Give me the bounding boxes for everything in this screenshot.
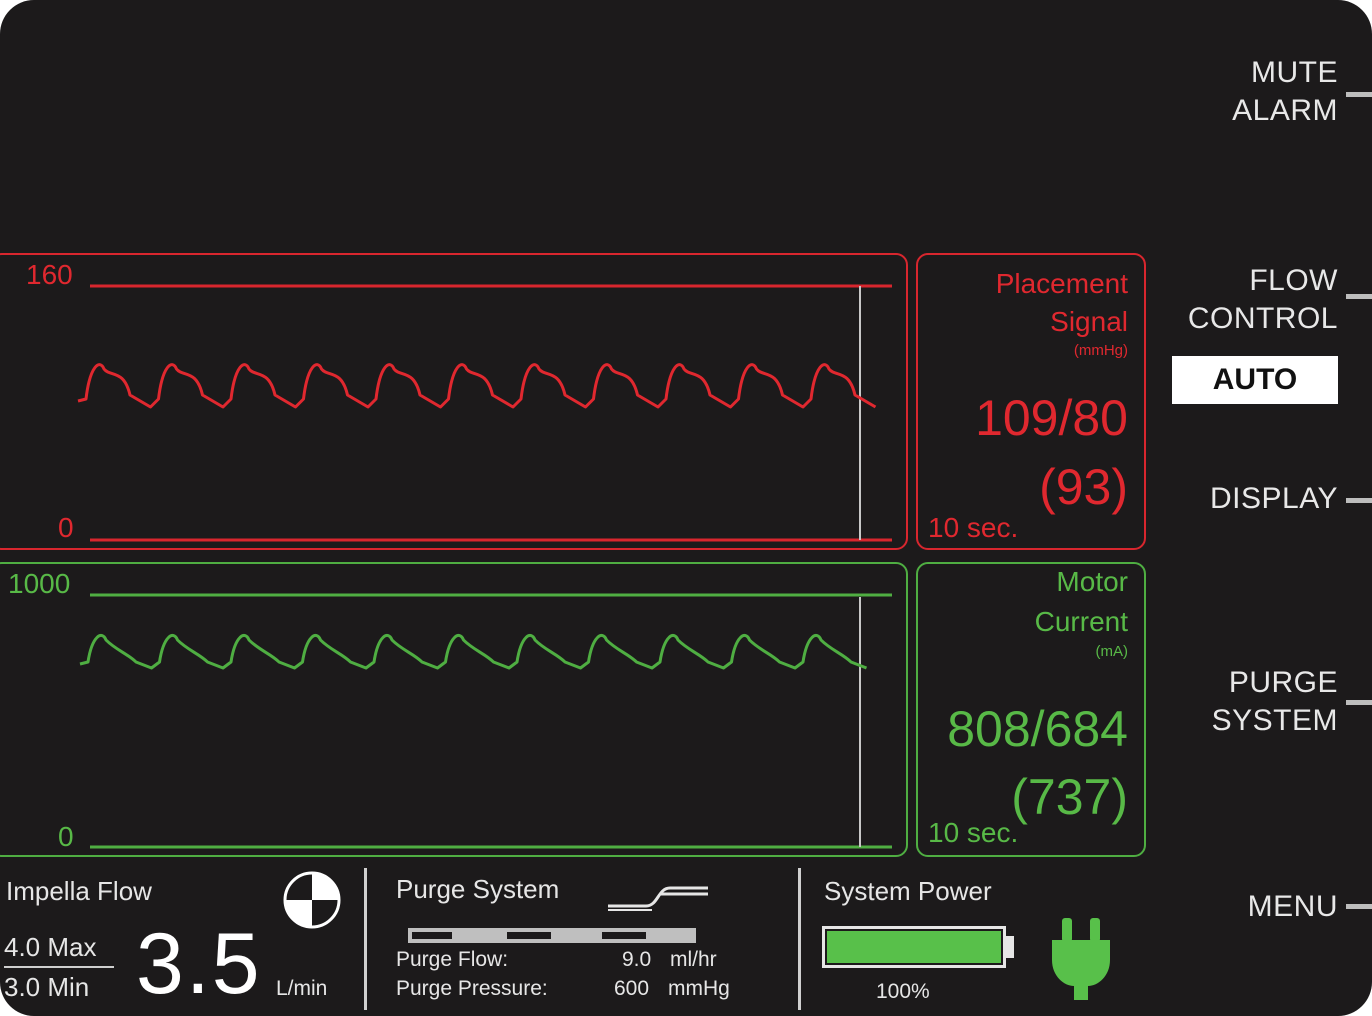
- monitor-screen: MUTE ALARM FLOW CONTROL AUTO DISPLAY PUR…: [0, 0, 1372, 1016]
- separator-2: [798, 868, 801, 1010]
- placement-time-window: 10 sec.: [928, 512, 1019, 543]
- purge-flow-value: 9.0: [622, 948, 652, 971]
- impella-flow-title: Impella Flow: [6, 876, 152, 906]
- impella-flow-max: 4.0 Max: [4, 932, 97, 962]
- purge-flow-unit: ml/hr: [670, 948, 717, 971]
- menu-tick: [1346, 904, 1372, 909]
- purge-pressure-value: 600: [614, 977, 650, 1000]
- flow-mode-badge: AUTO: [1172, 356, 1338, 404]
- mute-alarm-label-1: MUTE: [1251, 56, 1338, 89]
- mute-alarm-button[interactable]: MUTE ALARM: [1232, 54, 1338, 130]
- purge-system-label-1: PURGE: [1228, 666, 1338, 699]
- display-tick: [1346, 498, 1372, 503]
- impella-flow-unit: L/min: [276, 977, 328, 1000]
- purge-flow-label: Purge Flow:: [396, 948, 509, 971]
- purge-system-tick: [1346, 700, 1372, 705]
- mute-alarm-label-2: ALARM: [1232, 94, 1338, 127]
- motor-current-waveform: [79, 593, 892, 849]
- placement-signal-trace: [77, 363, 877, 409]
- flow-control-label-1: FLOW: [1249, 264, 1338, 297]
- placement-label-1: Placement: [995, 268, 1128, 299]
- motor-current-trace: [79, 634, 868, 670]
- motor-label-1: Motor: [1056, 566, 1128, 597]
- placement-mean: (93): [1039, 459, 1128, 515]
- purge-system-label-2: SYSTEM: [1211, 704, 1338, 737]
- placement-signal-waveform: [77, 284, 892, 542]
- mute-alarm-tick: [1346, 92, 1372, 97]
- motor-unit: (mA): [1095, 643, 1129, 660]
- impella-flow-min: 3.0 Min: [4, 972, 90, 1002]
- purge-pressure-label: Purge Pressure:: [396, 977, 548, 1000]
- flow-control-label-2: CONTROL: [1187, 302, 1338, 335]
- purge-system-title: Purge System: [396, 874, 560, 904]
- motor-label-2: Current: [1034, 606, 1128, 637]
- battery-fill: [827, 931, 1001, 963]
- battery-terminal: [1006, 936, 1014, 958]
- purge-system-button[interactable]: PURGE SYSTEM: [1212, 664, 1338, 740]
- menu-label: MENU: [1247, 890, 1338, 923]
- flow-control-tick: [1346, 294, 1372, 299]
- flow-limits-divider: [4, 966, 114, 968]
- display-button[interactable]: DISPLAY: [1210, 480, 1338, 518]
- display-label: DISPLAY: [1210, 482, 1338, 515]
- motor-time-window: 10 sec.: [928, 817, 1019, 848]
- rotor-icon: [282, 870, 342, 935]
- battery-level-text: 100%: [876, 980, 930, 1003]
- purge-curve-icon: [606, 882, 710, 917]
- placement-value: 109/80: [975, 390, 1128, 446]
- purge-progress-bar: [408, 928, 696, 943]
- system-power-title: System Power: [824, 876, 992, 906]
- battery-icon: [822, 926, 1006, 968]
- menu-button[interactable]: MENU: [1248, 888, 1338, 926]
- placement-label-2: Signal: [1050, 306, 1128, 337]
- motor-value: 808/684: [947, 701, 1128, 757]
- separator-1: [364, 868, 367, 1010]
- impella-flow-value: 3.5: [136, 916, 262, 1012]
- flow-control-button[interactable]: FLOW CONTROL: [1188, 262, 1338, 338]
- placement-unit: (mmHg): [1073, 342, 1128, 359]
- purge-pressure-unit: mmHg: [668, 977, 730, 1000]
- plug-icon: [1048, 914, 1114, 1007]
